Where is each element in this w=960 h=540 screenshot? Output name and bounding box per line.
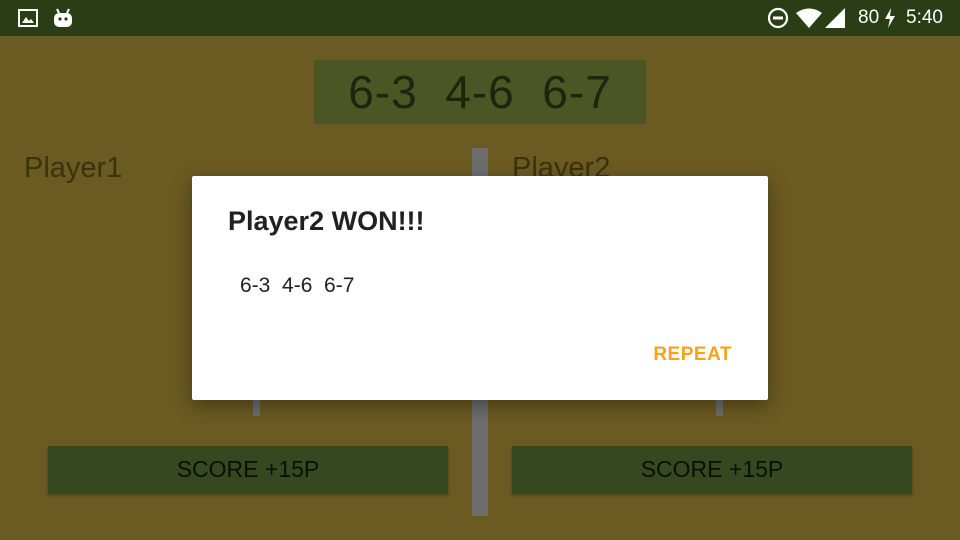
status-bar: 80 5:40 (0, 0, 960, 36)
image-icon (18, 0, 38, 36)
do-not-disturb-icon (767, 0, 789, 36)
android-icon (52, 0, 74, 36)
dialog-message: 6-3 4-6 6-7 (240, 274, 355, 297)
wifi-icon (795, 0, 823, 36)
status-time: 5:40 (906, 7, 943, 28)
repeat-button[interactable]: REPEAT (653, 344, 732, 366)
charging-bolt-icon (884, 0, 896, 36)
dialog-title: Player2 WON!!! (228, 206, 425, 236)
battery-level: 80 (858, 7, 880, 28)
cell-signal-icon (824, 0, 846, 36)
winner-dialog: Player2 WON!!! 6-3 4-6 6-7 REPEAT (192, 176, 768, 400)
